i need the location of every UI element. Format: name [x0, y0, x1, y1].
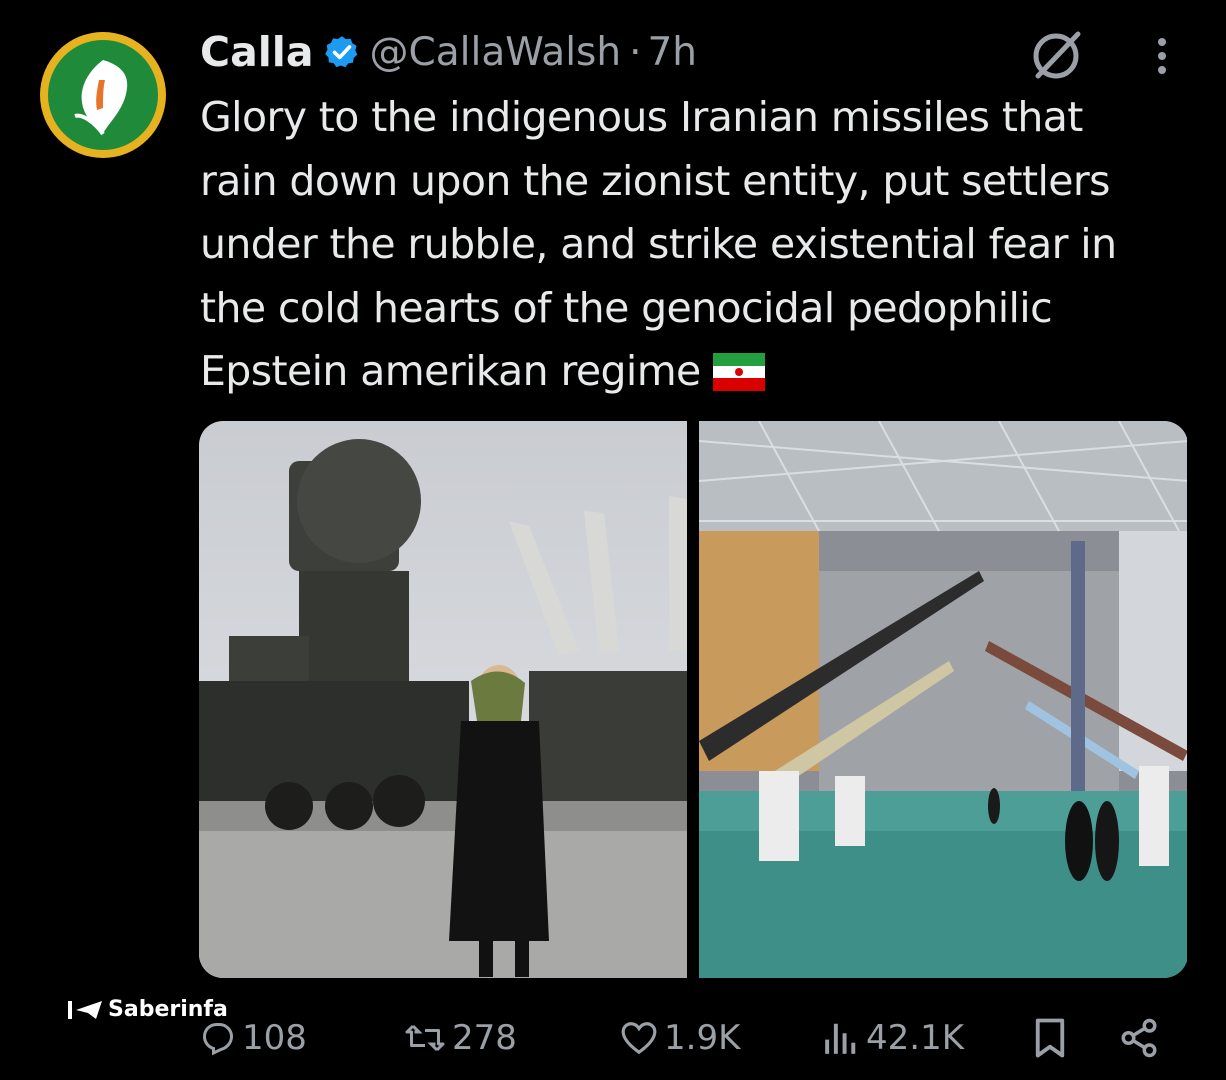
grok-icon[interactable] [1028, 26, 1084, 82]
tweet-text-line: under the rubble, and strike existential… [200, 220, 1117, 268]
tweet-text: Glory to the indigenous Iranian missiles… [200, 86, 1200, 404]
tweet-text-line: rain down upon the zionist entity, put s… [200, 156, 1111, 205]
user-handle[interactable]: @CallaWalsh [370, 30, 622, 75]
photo-left[interactable] [199, 421, 687, 978]
iran-flag-icon [712, 346, 765, 391]
bookmark-button[interactable] [1032, 1010, 1068, 1066]
tweet-text-line: Glory to the indigenous Iranian missiles… [200, 93, 1083, 141]
tweet-text-line-last: Epstein amerikan regime [200, 340, 1200, 404]
tweet-text-line: the cold hearts of the genocidal pedophi… [200, 283, 1053, 332]
tweet-media [199, 421, 1188, 978]
repost-button[interactable]: 278 [404, 1010, 517, 1066]
reply-icon [200, 1020, 236, 1056]
share-button[interactable] [1118, 1010, 1160, 1066]
repost-icon [404, 1020, 446, 1056]
tweet-header: Calla @CallaWalsh · 7h [200, 24, 697, 80]
tweet-actions: 108 278 1.9K 42.1K [0, 1010, 1226, 1066]
more-icon[interactable] [1150, 36, 1174, 80]
like-count: 1.9K [664, 1018, 741, 1058]
avatar[interactable] [40, 32, 166, 158]
verified-badge-icon [324, 34, 360, 70]
tweet-text-line: Epstein amerikan regime [200, 347, 701, 395]
reply-button[interactable]: 108 [200, 1010, 307, 1066]
separator-dot: · [629, 29, 642, 75]
views-icon [822, 1020, 860, 1056]
views-button[interactable]: 42.1K [822, 1010, 964, 1066]
views-count: 42.1K [866, 1018, 964, 1058]
timestamp[interactable]: 7h [647, 30, 697, 75]
bookmark-icon [1032, 1017, 1068, 1059]
avatar-calla-lily-icon [48, 40, 158, 150]
like-button[interactable]: 1.9K [620, 1010, 740, 1066]
reply-count: 108 [242, 1018, 307, 1058]
heart-icon [620, 1020, 658, 1056]
repost-count: 278 [452, 1018, 517, 1058]
share-icon [1118, 1017, 1160, 1059]
display-name[interactable]: Calla [200, 28, 314, 76]
photo-right[interactable] [699, 421, 1187, 978]
